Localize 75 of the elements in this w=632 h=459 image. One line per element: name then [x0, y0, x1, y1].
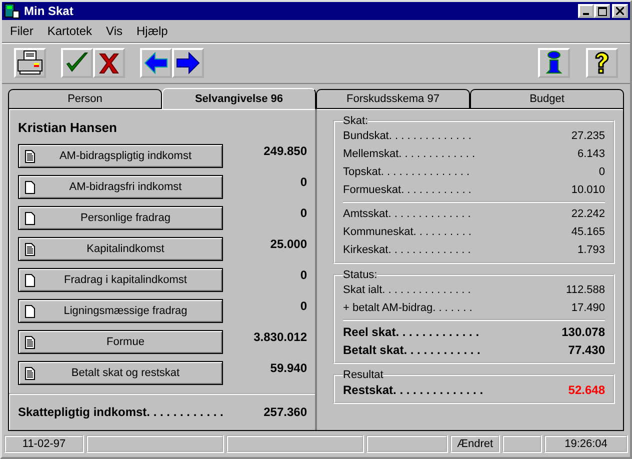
- tax-label: + betalt AM-bidrag. . . . . . .: [343, 302, 472, 314]
- amount: 249.850: [262, 144, 307, 158]
- ok-button[interactable]: [61, 48, 93, 78]
- menu-item[interactable]: Hjælp: [136, 24, 168, 38]
- right-arrow-icon: [175, 51, 201, 75]
- entry-button[interactable]: Personlige fradrag: [18, 206, 223, 230]
- close-icon: [616, 7, 624, 15]
- group-title: Status:: [343, 269, 378, 281]
- group-title: Skat:: [343, 115, 368, 127]
- entry-button[interactable]: Betalt skat og restskat: [18, 361, 223, 385]
- tax-amount: 10.010: [571, 184, 605, 196]
- app-icon: [4, 3, 20, 19]
- tax-amount: 0: [598, 166, 605, 178]
- tax-label: Skat ialt. . . . . . . . . . . . . . .: [343, 284, 471, 296]
- tax-amount: 77.430: [568, 343, 605, 357]
- group-title: Resultat: [343, 369, 384, 381]
- status-cell: 11-02-97: [4, 435, 84, 453]
- cancel-button[interactable]: [93, 48, 125, 78]
- tax-label: Kirkeskat. . . . . . . . . . . . . .: [343, 244, 471, 256]
- close-button[interactable]: [612, 4, 628, 18]
- tab[interactable]: Person: [8, 89, 162, 108]
- print-button[interactable]: [14, 48, 46, 78]
- tax-amount: 112.588: [566, 284, 605, 296]
- entry-button[interactable]: Fradrag i kapitalindkomst: [18, 268, 223, 292]
- tab[interactable]: Budget: [470, 89, 624, 108]
- tab[interactable]: Selvangivelse 96: [162, 88, 316, 109]
- tax-label: Bundskat. . . . . . . . . . . . . .: [343, 130, 472, 142]
- status-cell: 19:26:04: [544, 435, 628, 453]
- tax-label: Restskat. . . . . . . . . . . . . .: [343, 383, 484, 397]
- entry-button[interactable]: Formue: [18, 330, 223, 354]
- left-arrow-icon: [143, 51, 169, 75]
- tab[interactable]: Forskudsskema 97: [316, 89, 470, 108]
- back-button[interactable]: [140, 48, 172, 78]
- amount: 0: [299, 268, 307, 282]
- entry-button[interactable]: Kapitalindkomst: [18, 237, 223, 261]
- entry-button[interactable]: Ligningsmæssige fradrag: [18, 299, 223, 323]
- tax-amount: 6.143: [577, 148, 605, 160]
- tax-amount: 27.235: [571, 130, 605, 142]
- window-title: Min Skat: [24, 4, 74, 18]
- tax-label: Reel skat. . . . . . . . . . . . .: [343, 325, 480, 339]
- amount: 0: [299, 175, 307, 189]
- amount: 59.940: [269, 361, 307, 375]
- amount: 0: [299, 206, 307, 220]
- amount: 0: [299, 299, 307, 313]
- tax-amount: 1.793: [577, 244, 605, 256]
- entry-button[interactable]: AM-bidragspligtig indkomst: [18, 144, 223, 168]
- maximize-icon: [598, 6, 606, 16]
- status-cell: Ændret: [450, 435, 500, 453]
- tax-label: Formueskat. . . . . . . . . . . .: [343, 184, 472, 196]
- help-button[interactable]: [586, 48, 618, 78]
- tax-label: Mellemskat. . . . . . . . . . . . .: [343, 148, 476, 160]
- total-amount: 257.360: [264, 405, 307, 419]
- total-label: Skattepligtig indkomst. . . . . . . . . . . .: [18, 405, 224, 419]
- tax-amount: 22.242: [571, 208, 605, 220]
- tax-label: Kommuneskat. . . . . . . . . .: [343, 226, 472, 238]
- tax-label: Topskat. . . . . . . . . . . . . . .: [343, 166, 470, 178]
- status-cell: [502, 435, 542, 453]
- info-button[interactable]: [538, 48, 570, 78]
- maximize-button[interactable]: [594, 4, 610, 18]
- tax-amount: 45.165: [571, 226, 605, 238]
- tax-label: Betalt skat. . . . . . . . . . . .: [343, 343, 480, 357]
- amount: 25.000: [269, 237, 307, 251]
- menu-item[interactable]: Kartotek: [47, 24, 92, 38]
- menu-item[interactable]: Filer: [10, 24, 34, 38]
- amount: 3.830.012: [252, 330, 307, 344]
- person-name: Kristian Hansen: [18, 120, 118, 135]
- minimize-button[interactable]: [578, 4, 594, 18]
- forward-button[interactable]: [172, 48, 204, 78]
- tax-amount: 52.648: [568, 383, 605, 397]
- tax-label: Amtsskat. . . . . . . . . . . . . .: [343, 208, 471, 220]
- tax-amount: 130.078: [562, 325, 605, 339]
- entry-button[interactable]: AM-bidragsfri indkomst: [18, 175, 223, 199]
- menu-item[interactable]: Vis: [106, 24, 122, 38]
- printer-icon: [16, 50, 44, 76]
- tax-amount: 17.490: [571, 302, 605, 314]
